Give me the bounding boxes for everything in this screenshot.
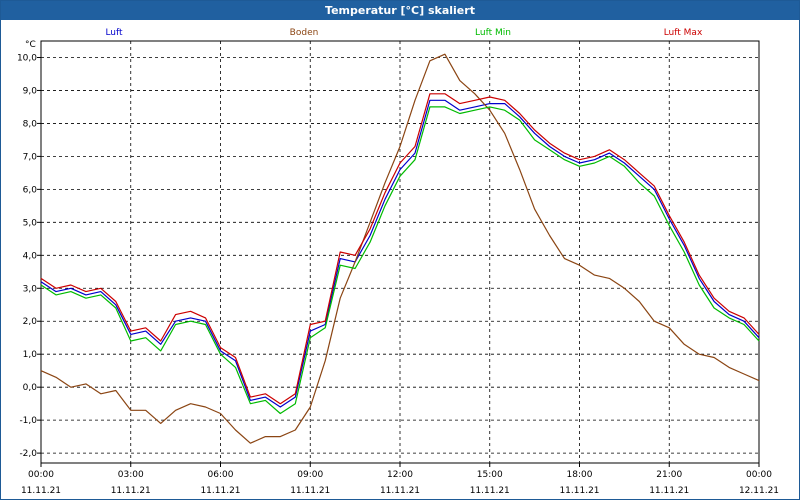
x-tick-date: 11.11.21 xyxy=(111,486,151,496)
grid xyxy=(41,41,759,463)
y-tick-label: 9,0 xyxy=(23,86,38,96)
legend-entry: Luft Max xyxy=(664,28,703,38)
x-tick-time: 03:00 xyxy=(118,470,144,480)
y-tick-label: 2,0 xyxy=(23,317,38,327)
y-unit-label: °C xyxy=(25,40,36,50)
y-tick-label: 4,0 xyxy=(23,251,38,261)
y-tick-label: 7,0 xyxy=(23,152,38,162)
x-tick-date: 11.11.21 xyxy=(290,486,330,496)
axes xyxy=(37,40,760,467)
y-tick-label: 3,0 xyxy=(23,284,38,294)
x-tick-time: 00:00 xyxy=(28,470,54,480)
x-tick-time: 09:00 xyxy=(297,470,323,480)
x-tick-time: 18:00 xyxy=(567,470,593,480)
y-tick-label: -2,0 xyxy=(19,449,37,459)
x-tick-time: 15:00 xyxy=(477,470,503,480)
y-tick-label: 10,0 xyxy=(17,53,37,63)
y-tick-label: 6,0 xyxy=(23,185,38,195)
x-tick-time: 21:00 xyxy=(656,470,682,480)
y-tick-label: 0,0 xyxy=(23,383,38,393)
y-tick-label: 5,0 xyxy=(23,218,38,228)
tick-labels: -2,0 -1,0 0,0 1,0 2,0 3,0 4,0 5,0 6,0 7,0 8,0 9,0 10… xyxy=(17,53,779,496)
x-tick-date: 11.11.21 xyxy=(380,486,420,496)
legend: Luft Boden Luft Min Luft Max xyxy=(105,28,703,38)
x-tick-time: 12:00 xyxy=(387,470,413,480)
y-tick-label: -1,0 xyxy=(19,416,37,426)
x-tick-time: 00:00 xyxy=(746,470,772,480)
chart-window: Temperatur [°C] skaliert °C -2,0 -1,0 0,0 1… xyxy=(0,0,800,500)
x-tick-date: 11.11.21 xyxy=(470,486,510,496)
x-tick-date: 11.11.21 xyxy=(21,486,61,496)
x-tick-date: 11.11.21 xyxy=(649,486,689,496)
x-tick-date: 12.11.21 xyxy=(739,486,779,496)
y-tick-label: 8,0 xyxy=(23,119,38,129)
y-tick-label: 1,0 xyxy=(23,350,38,360)
legend-entry: Luft xyxy=(105,28,123,38)
legend-entry: Boden xyxy=(290,28,319,38)
line-chart: °C -2,0 -1,0 0,0 1,0 2,0 3,0 4,0 5,0 6,0 7,0 8,0 9,… xyxy=(17,28,779,496)
x-tick-time: 06:00 xyxy=(208,470,234,480)
series-line-luft-max xyxy=(40,93,760,405)
legend-entry: Luft Min xyxy=(475,28,511,38)
x-tick-date: 11.11.21 xyxy=(559,486,599,496)
x-tick-date: 11.11.21 xyxy=(200,486,240,496)
